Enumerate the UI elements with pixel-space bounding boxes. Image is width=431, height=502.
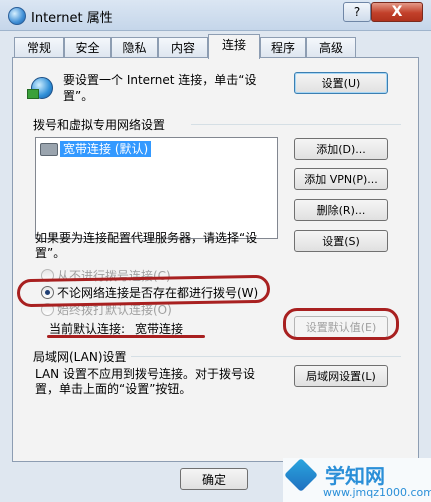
- setup-button[interactable]: 设置(U): [294, 72, 388, 94]
- annotation-circle-button: [283, 308, 399, 340]
- watermark-url: www.jmqz1000.com: [323, 486, 431, 499]
- ok-button[interactable]: 确定: [180, 468, 248, 490]
- tab-content[interactable]: 内容: [158, 37, 208, 58]
- connection-name: 宽带连接 (默认): [60, 141, 152, 157]
- tab-general[interactable]: 常规: [14, 37, 64, 58]
- tab-programs[interactable]: 程序: [260, 37, 306, 58]
- tab-privacy[interactable]: 隐私: [111, 37, 158, 58]
- tab-connections[interactable]: 连接: [208, 34, 260, 59]
- annotation-circle-radio: [16, 274, 271, 308]
- setup-text-line2: 置”。: [63, 89, 94, 103]
- dialup-group-title: 拨号和虚拟专用网络设置: [33, 118, 166, 132]
- lan-group-title: 局域网(LAN)设置: [33, 350, 127, 364]
- setup-text-line1: 要设置一个 Internet 连接，单击“设: [63, 73, 257, 87]
- remove-button[interactable]: 删除(R)...: [294, 199, 388, 221]
- tab-advanced[interactable]: 高级: [306, 37, 356, 58]
- window-title: Internet 属性: [31, 11, 113, 26]
- watermark-title: 学知网: [325, 464, 385, 488]
- setup-instructions: 要设置一个 Internet 连接，单击“设 置”。: [63, 72, 263, 104]
- lan-settings-button[interactable]: 局域网设置(L): [294, 365, 388, 387]
- add-button[interactable]: 添加(D)...: [294, 138, 388, 160]
- help-button[interactable]: ?: [343, 2, 371, 22]
- close-button[interactable]: X: [371, 2, 423, 22]
- add-vpn-button[interactable]: 添加 VPN(P)...: [294, 168, 388, 190]
- title-bar: Internet 属性 ? X: [0, 0, 431, 31]
- annotation-underline: [47, 335, 205, 338]
- lan-text-line1: LAN 设置不应用到拨号连接。对于拨号设: [35, 367, 255, 381]
- globe-connection-icon: [27, 75, 53, 101]
- dialup-connection-list[interactable]: 宽带连接 (默认): [35, 137, 278, 239]
- lan-instructions: LAN 设置不应用到拨号连接。对于拨号设 置，单击上面的“设置”按钮。: [35, 367, 287, 397]
- dialup-group-divider: [191, 124, 401, 125]
- tab-security[interactable]: 安全: [64, 37, 111, 58]
- lan-group-divider: [131, 356, 401, 357]
- proxy-settings-button[interactable]: 设置(S): [294, 230, 388, 252]
- connections-panel: 要设置一个 Internet 连接，单击“设 置”。 设置(U) 拨号和虚拟专用…: [12, 57, 419, 462]
- watermark-logo-icon: [284, 458, 318, 492]
- proxy-text-line2: 置”。: [35, 246, 66, 260]
- internet-options-icon: [8, 7, 26, 25]
- watermark: 学知网 www.jmqz1000.com: [283, 458, 431, 502]
- modem-icon: [40, 143, 58, 156]
- proxy-text-line1: 如果要为连接配置代理服务器，请选择“设: [35, 231, 258, 245]
- lan-text-line2: 置，单击上面的“设置”按钮。: [35, 382, 192, 396]
- proxy-instructions: 如果要为连接配置代理服务器，请选择“设 置”。: [35, 231, 279, 261]
